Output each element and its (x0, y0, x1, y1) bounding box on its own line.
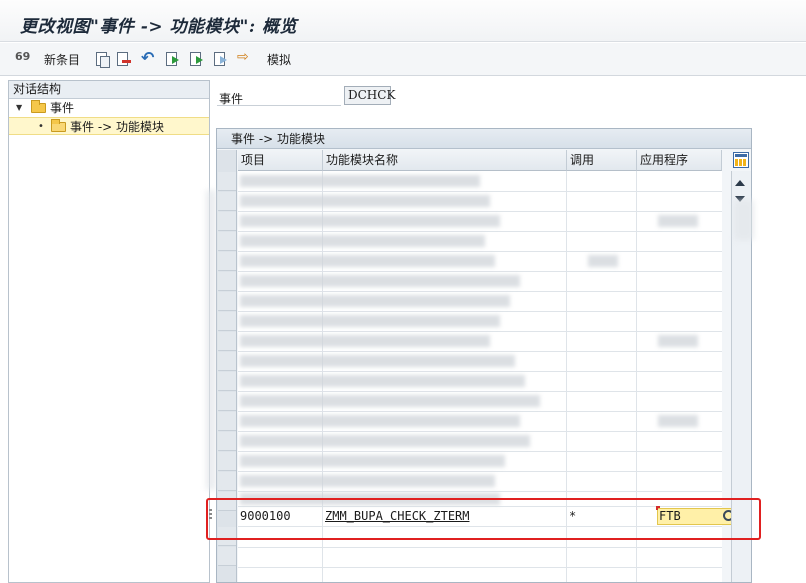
blurred-row (240, 275, 520, 287)
row-selector[interactable] (218, 252, 236, 271)
table-settings-icon[interactable] (733, 152, 749, 168)
blurred-row (240, 475, 495, 487)
row-selector[interactable] (218, 192, 236, 211)
blurred-row (240, 175, 480, 187)
scroll-up-icon[interactable] (735, 180, 745, 186)
blurred-row (240, 335, 490, 347)
tree-node-label: 事件 (50, 101, 75, 115)
bullet-icon: • (38, 121, 44, 132)
row-selector[interactable] (218, 232, 236, 251)
select-all-icon[interactable] (166, 51, 179, 67)
copy-icon[interactable] (94, 51, 110, 68)
blurred-margin (734, 200, 754, 240)
title-bar: 更改视图"事件 -> 功能模块": 概览 (0, 0, 806, 42)
row-selector[interactable] (218, 372, 236, 391)
blurred-row (240, 295, 510, 307)
open-folder-icon (51, 119, 66, 132)
row-drag-handle[interactable] (209, 509, 212, 521)
row-selector[interactable] (218, 312, 236, 331)
row-selector[interactable] (218, 452, 236, 471)
column-header-application[interactable]: 应用程序 (637, 150, 722, 171)
table-caption: 事件 -> 功能模块 (217, 129, 751, 149)
column-header-item[interactable]: 项目 (238, 150, 323, 171)
row-selector[interactable] (218, 352, 236, 371)
blurred-row (240, 395, 540, 407)
row-selector[interactable] (218, 332, 236, 351)
row-selector[interactable] (218, 212, 236, 231)
tree-node-event[interactable]: ▼ 事件 (9, 99, 209, 117)
simulate-label: 模拟 (267, 52, 292, 67)
row-selector[interactable] (218, 432, 236, 451)
blurred-row (240, 215, 500, 227)
tree-node-label: 事件 -> 功能模块 (70, 120, 165, 134)
label-underline (217, 105, 341, 106)
dialog-structure-panel: 对话结构 ▼ 事件 • 事件 -> 功能模块 (8, 80, 210, 583)
blurred-row (240, 315, 500, 327)
row-selector[interactable] (218, 272, 236, 291)
blurred-cell (658, 335, 698, 347)
application-toolbar: 新条目 模拟 (0, 43, 806, 76)
blurred-row (240, 415, 520, 427)
row-selector[interactable] (218, 172, 236, 191)
new-entries-button[interactable]: 新条目 (44, 51, 80, 67)
folder-icon (31, 100, 46, 113)
blurred-cell (658, 215, 698, 227)
row-selector[interactable] (218, 292, 236, 311)
blurred-row (240, 255, 495, 267)
annotation-highlight-box (206, 498, 761, 540)
blurred-row (240, 455, 505, 467)
new-entries-label: 新条目 (44, 52, 81, 67)
blurred-row (240, 375, 525, 387)
expand-triangle-icon[interactable]: ▼ (16, 99, 22, 117)
window-title: 更改视图"事件 -> 功能模块": 概览 (20, 17, 298, 37)
deselect-all-icon[interactable] (214, 51, 227, 67)
transport-icon[interactable] (237, 49, 253, 67)
row-selector[interactable] (218, 472, 236, 491)
glasses-icon[interactable] (15, 50, 31, 67)
delete-icon[interactable] (117, 51, 131, 67)
blurred-row (240, 355, 515, 367)
column-header-function-module[interactable]: 功能模块名称 (323, 150, 567, 171)
column-header-call[interactable]: 调用 (567, 150, 637, 171)
event-field: DCHCK (344, 86, 395, 105)
row-selector[interactable] (218, 412, 236, 431)
blurred-margin (206, 190, 216, 490)
dialog-structure-header: 对话结构 (9, 81, 209, 99)
blurred-cell (588, 255, 618, 267)
row-selector[interactable] (218, 547, 236, 566)
row-selector[interactable] (218, 392, 236, 411)
tree-node-event-function-module[interactable]: • 事件 -> 功能模块 (9, 117, 209, 135)
simulate-button[interactable]: 模拟 (267, 51, 291, 67)
blurred-row (240, 235, 485, 247)
blurred-row (240, 435, 530, 447)
blurred-cell (658, 415, 698, 427)
select-block-icon[interactable] (190, 51, 203, 67)
undo-icon[interactable] (141, 48, 156, 67)
blurred-row (240, 195, 490, 207)
